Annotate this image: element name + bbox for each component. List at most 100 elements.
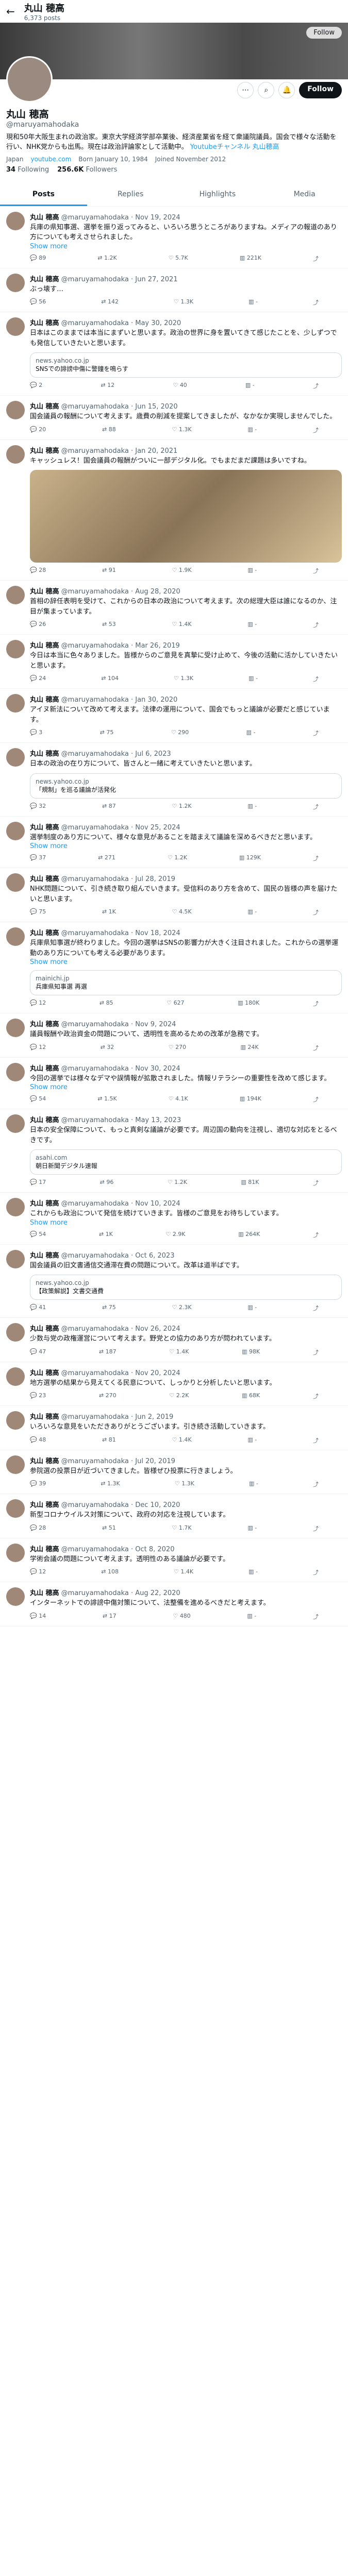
- tab-replies[interactable]: Replies: [87, 184, 174, 206]
- retweet-button[interactable]: ⇄ 75: [102, 1304, 116, 1312]
- view-count-button[interactable]: ▥ -: [248, 298, 258, 307]
- link-card[interactable]: news.yahoo.co.jp 【政策解説】文書交通費: [30, 1275, 342, 1300]
- share-icon[interactable]: ⤴: [313, 1568, 319, 1577]
- tweet[interactable]: 丸山 穂高 @maruyamahodaka · Nov 26, 2024 少数与…: [0, 1318, 348, 1362]
- tweet-author[interactable]: 丸山 穂高: [30, 929, 59, 937]
- retweet-button[interactable]: ⇄ 96: [100, 1179, 114, 1187]
- tweet-avatar[interactable]: [6, 927, 25, 946]
- share-icon[interactable]: ⤴: [313, 854, 319, 862]
- tweet-author[interactable]: 丸山 穂高: [30, 588, 59, 596]
- view-count-button[interactable]: ▥ -: [249, 1480, 258, 1488]
- follow-button[interactable]: Follow: [299, 82, 342, 98]
- search-icon[interactable]: ⌕: [258, 82, 275, 98]
- tweet-author[interactable]: 丸山 穂高: [30, 1200, 59, 1208]
- view-count-button[interactable]: ▥ 68K: [242, 1392, 260, 1400]
- more-icon[interactable]: ⋯: [237, 82, 254, 98]
- tweet[interactable]: 丸山 穂高 @maruyamahodaka · Jan 20, 2021 キャッ…: [0, 440, 348, 581]
- like-button[interactable]: ♡ 2.3K: [172, 1304, 191, 1312]
- share-icon[interactable]: ⤴: [313, 1231, 319, 1239]
- retweet-button[interactable]: ⇄ 104: [101, 675, 119, 683]
- reply-button[interactable]: 💬 12: [30, 999, 46, 1008]
- like-button[interactable]: ♡ 1.4K: [172, 1436, 191, 1445]
- share-icon[interactable]: ⤴: [313, 1348, 319, 1357]
- reply-button[interactable]: 💬 28: [30, 567, 46, 575]
- tweet-author[interactable]: 丸山 穂高: [30, 214, 59, 222]
- like-button[interactable]: ♡ 2.2K: [169, 1392, 189, 1400]
- tweet-author[interactable]: 丸山 穂高: [30, 1325, 59, 1333]
- like-button[interactable]: ♡ 40: [173, 382, 187, 390]
- reply-button[interactable]: 💬 54: [30, 1231, 46, 1239]
- show-more-link[interactable]: Show more: [30, 1219, 342, 1227]
- retweet-button[interactable]: ⇄ 12: [101, 382, 114, 390]
- tweet-avatar[interactable]: [6, 1411, 25, 1430]
- tweet-author[interactable]: 丸山 穂高: [30, 1369, 59, 1377]
- avatar[interactable]: [6, 56, 53, 103]
- share-icon[interactable]: ⤴: [313, 255, 319, 263]
- like-button[interactable]: ♡ 1.2K: [168, 854, 187, 862]
- website-link[interactable]: youtube.com: [30, 156, 71, 163]
- retweet-button[interactable]: ⇄ 88: [102, 426, 116, 434]
- tweet[interactable]: 丸山 穂高 @maruyamahodaka · Jul 20, 2019 参院選…: [0, 1450, 348, 1495]
- retweet-button[interactable]: ⇄ 270: [99, 1392, 117, 1400]
- retweet-button[interactable]: ⇄ 17: [103, 1613, 117, 1621]
- tweet[interactable]: 丸山 穂高 @maruyamahodaka · Nov 20, 2024 地方選…: [0, 1362, 348, 1406]
- tweet-author[interactable]: 丸山 穂高: [30, 447, 59, 455]
- tweet[interactable]: 丸山 穂高 @maruyamahodaka · Aug 22, 2020 インタ…: [0, 1582, 348, 1626]
- tweet[interactable]: 丸山 穂高 @maruyamahodaka · Mar 26, 2019 今日は…: [0, 635, 348, 689]
- tweet-avatar[interactable]: [6, 401, 25, 420]
- tweet-author[interactable]: 丸山 穂高: [30, 642, 59, 650]
- view-count-button[interactable]: ▥ 221K: [240, 255, 261, 263]
- tweet-author[interactable]: 丸山 穂高: [30, 1458, 59, 1465]
- show-more-link[interactable]: Show more: [30, 958, 342, 966]
- tweet[interactable]: 丸山 穂高 @maruyamahodaka · Oct 6, 2023 国会議員…: [0, 1245, 348, 1318]
- tweet-author[interactable]: 丸山 穂高: [30, 824, 59, 832]
- view-count-button[interactable]: ▥ -: [247, 908, 257, 917]
- top-follow-button[interactable]: Follow: [306, 27, 342, 39]
- retweet-button[interactable]: ⇄ 1.2K: [97, 255, 117, 263]
- show-more-link[interactable]: Show more: [30, 1083, 342, 1091]
- tweet[interactable]: 丸山 穂高 @maruyamahodaka · Nov 9, 2024 議員報酬…: [0, 1013, 348, 1058]
- reply-button[interactable]: 💬 28: [30, 1524, 46, 1533]
- link-card[interactable]: mainichi.jp 兵庫県知事選 再選: [30, 970, 342, 996]
- bio-link[interactable]: Youtubeチャンネル 丸山穂高: [190, 143, 279, 151]
- reply-button[interactable]: 💬 32: [30, 803, 46, 811]
- tab-posts[interactable]: Posts: [0, 184, 87, 206]
- tweet[interactable]: 丸山 穂高 @maruyamahodaka · Jun 2, 2019 いろいろ…: [0, 1406, 348, 1450]
- tweet-avatar[interactable]: [6, 1543, 25, 1562]
- tweet-author[interactable]: 丸山 穂高: [30, 1589, 59, 1597]
- tweet-author[interactable]: 丸山 穂高: [30, 1021, 59, 1028]
- tweet[interactable]: 丸山 穂高 @maruyamahodaka · Nov 18, 2024 兵庫県…: [0, 922, 348, 1014]
- like-button[interactable]: ♡ 1.2K: [172, 803, 191, 811]
- reply-button[interactable]: 💬 2: [30, 382, 42, 390]
- tweet-avatar[interactable]: [6, 1367, 25, 1386]
- tweet[interactable]: 丸山 穂高 @maruyamahodaka · Aug 28, 2020 首相の…: [0, 581, 348, 635]
- like-button[interactable]: ♡ 1.3K: [174, 675, 193, 683]
- view-count-button[interactable]: ▥ 264K: [238, 1231, 260, 1239]
- share-icon[interactable]: ⤴: [313, 1392, 319, 1400]
- tweet[interactable]: 丸山 穂高 @maruyamahodaka · Nov 30, 2024 今回の…: [0, 1058, 348, 1110]
- view-count-button[interactable]: ▥ -: [247, 1436, 257, 1445]
- tweet[interactable]: 丸山 穂高 @maruyamahodaka · Nov 25, 2024 選挙制…: [0, 817, 348, 869]
- retweet-button[interactable]: ⇄ 142: [101, 298, 119, 307]
- following-link[interactable]: 34 Following: [6, 166, 49, 174]
- share-icon[interactable]: ⤴: [313, 567, 319, 575]
- tweet-author[interactable]: 丸山 穂高: [30, 319, 59, 327]
- like-button[interactable]: ♡ 1.4K: [169, 1348, 189, 1357]
- reply-button[interactable]: 💬 75: [30, 908, 46, 917]
- reply-button[interactable]: 💬 56: [30, 298, 46, 307]
- tweet-author[interactable]: 丸山 穂高: [30, 875, 59, 883]
- like-button[interactable]: ♡ 5.7K: [169, 255, 188, 263]
- like-button[interactable]: ♡ 1.3K: [172, 426, 191, 434]
- like-button[interactable]: ♡ 270: [169, 1044, 186, 1052]
- tweet[interactable]: 丸山 穂高 @maruyamahodaka · May 13, 2023 日本の…: [0, 1109, 348, 1193]
- tweet-avatar[interactable]: [6, 1114, 25, 1133]
- tweet-avatar[interactable]: [6, 1019, 25, 1038]
- link-card[interactable]: asahi.com 朝日新聞デジタル速報: [30, 1149, 342, 1175]
- share-icon[interactable]: ⤴: [313, 621, 319, 629]
- share-icon[interactable]: ⤴: [313, 803, 319, 811]
- like-button[interactable]: ♡ 480: [173, 1613, 190, 1621]
- tweet-author[interactable]: 丸山 穂高: [30, 1501, 59, 1509]
- share-icon[interactable]: ⤴: [313, 382, 319, 390]
- share-icon[interactable]: ⤴: [313, 1179, 319, 1187]
- tweet[interactable]: 丸山 穂高 @maruyamahodaka · May 30, 2020 日本は…: [0, 312, 348, 396]
